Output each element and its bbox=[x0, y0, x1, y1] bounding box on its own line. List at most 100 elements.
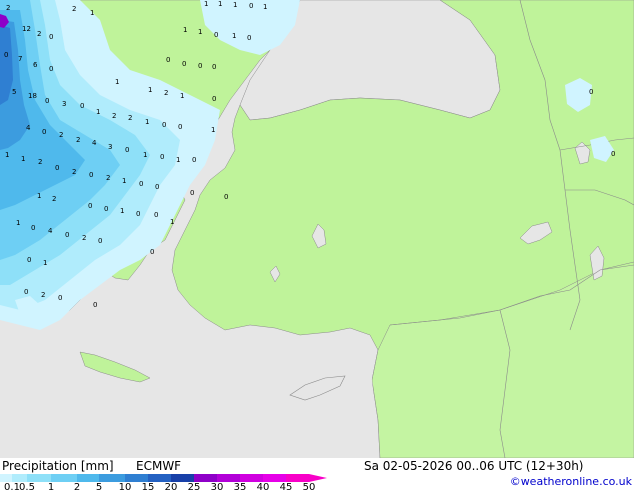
precip-value-label: 0 bbox=[166, 56, 170, 64]
precip-value-label: 0 bbox=[49, 65, 53, 73]
legend-color-segment bbox=[125, 474, 148, 482]
legend-tick-label: 10 bbox=[118, 482, 132, 493]
precip-value-label: 1 bbox=[43, 259, 47, 267]
precip-value-label: 0 bbox=[93, 301, 97, 309]
legend-color-segment bbox=[148, 474, 171, 482]
legend-color-segment bbox=[77, 474, 99, 482]
precip-value-label: 0 bbox=[212, 63, 216, 71]
precip-value-label: 0 bbox=[45, 97, 49, 105]
legend-tick-label: 0.1 bbox=[4, 482, 20, 493]
precip-value-label: 0 bbox=[198, 62, 202, 70]
precip-value-label: 1 bbox=[5, 151, 9, 159]
precip-value-label: 4 bbox=[26, 124, 31, 132]
precip-value-label: 4 bbox=[92, 139, 97, 147]
legend-color-segment bbox=[12, 474, 27, 482]
precip-value-label: 0 bbox=[98, 237, 102, 245]
precip-value-label: 1 bbox=[16, 219, 20, 227]
precip-value-label: 2 bbox=[37, 30, 41, 38]
precip-value-label: 2 bbox=[41, 291, 45, 299]
precip-value-label: 0 bbox=[247, 34, 251, 42]
legend-tick-label: 50 bbox=[302, 482, 316, 493]
precip-value-label: 2 bbox=[6, 4, 10, 12]
precip-value-label: 0 bbox=[65, 231, 69, 239]
precip-value-label: 0 bbox=[212, 95, 216, 103]
precip-value-label: 1 bbox=[148, 86, 152, 94]
precip-value-label: 1 bbox=[21, 155, 25, 163]
legend-tick-label: 45 bbox=[279, 482, 293, 493]
precip-value-label: 1 bbox=[211, 126, 215, 134]
precipitation-map: 2 2 1 1 1 1 0 1 12 2 0 1 1 0 1 0 0 7 6 0 0 0 0 0 1 5 18 0 3 0 1 2 1 0 1 2 2 1… bbox=[0, 0, 634, 459]
precip-value-label: 0 bbox=[611, 150, 615, 158]
precip-value-label: 0 bbox=[58, 294, 62, 302]
precip-value-label: 18 bbox=[28, 92, 37, 100]
precip-value-label: 0 bbox=[80, 102, 84, 110]
precip-value-label: 2 bbox=[106, 174, 110, 182]
valid-time: Sa 02-05-2026 00..06 UTC (12+30h) bbox=[364, 459, 584, 473]
legend-color-segment bbox=[194, 474, 217, 482]
precip-value-label: 2 bbox=[38, 158, 42, 166]
credit-link[interactable]: ©weatheronline.co.uk bbox=[510, 475, 632, 488]
precip-value-label: 1 bbox=[204, 0, 208, 8]
precip-value-label: 4 bbox=[48, 227, 53, 235]
precip-value-label: 0 bbox=[139, 180, 143, 188]
legend-color-segment bbox=[99, 474, 125, 482]
precip-value-label: 1 bbox=[120, 207, 124, 215]
legend-tick-label: 5 bbox=[95, 482, 103, 493]
precip-value-label: 1 bbox=[170, 218, 174, 226]
precip-value-label: 3 bbox=[62, 100, 66, 108]
legend-arrow bbox=[309, 474, 327, 482]
precip-value-label: 2 bbox=[82, 234, 86, 242]
precip-value-label: 0 bbox=[249, 2, 253, 10]
legend-color-segment bbox=[27, 474, 51, 482]
precip-value-label: 2 bbox=[72, 168, 76, 176]
precip-value-label: 0 bbox=[155, 183, 159, 191]
precip-value-label: 2 bbox=[52, 195, 56, 203]
precip-value-label: 1 bbox=[145, 118, 149, 126]
precip-value-label: 1 bbox=[96, 108, 100, 116]
precip-value-label: 2 bbox=[76, 136, 80, 144]
legend-color-segment bbox=[51, 474, 77, 482]
legend-tick-label: 35 bbox=[233, 482, 247, 493]
precip-value-label: 1 bbox=[198, 28, 202, 36]
map-title: Precipitation [mm] bbox=[2, 459, 114, 473]
precip-value-label: 3 bbox=[108, 143, 112, 151]
precip-value-label: 0 bbox=[27, 256, 31, 264]
precip-value-label: 1 bbox=[176, 156, 180, 164]
precip-value-label: 2 bbox=[128, 114, 132, 122]
precip-value-label: 0 bbox=[192, 156, 196, 164]
legend-tick-label: 1 bbox=[47, 482, 55, 493]
precip-value-label: 0 bbox=[4, 51, 8, 59]
precip-value-label: 0 bbox=[589, 88, 593, 96]
precip-value-label: 0 bbox=[104, 205, 108, 213]
precip-value-label: 2 bbox=[72, 5, 76, 13]
precip-value-label: 2 bbox=[59, 131, 63, 139]
precip-value-label: 12 bbox=[22, 25, 31, 33]
precip-value-label: 1 bbox=[183, 26, 187, 34]
legend-tick-label: 30 bbox=[210, 482, 224, 493]
legend-tick-label: 25 bbox=[187, 482, 201, 493]
precip-value-label: 0 bbox=[182, 60, 186, 68]
precip-value-label: 2 bbox=[112, 112, 116, 120]
precip-value-label: 0 bbox=[88, 202, 92, 210]
legend-color-segment bbox=[217, 474, 240, 482]
legend-color-segment bbox=[286, 474, 309, 482]
legend-tick-label: 2 bbox=[73, 482, 81, 493]
precip-value-label: 0 bbox=[214, 31, 218, 39]
legend-tick-label: 40 bbox=[256, 482, 270, 493]
precip-value-label: 0 bbox=[160, 153, 164, 161]
legend-color-segment bbox=[0, 474, 12, 482]
precip-value-label: 0 bbox=[178, 123, 182, 131]
precip-value-label: 1 bbox=[263, 3, 267, 11]
precip-value-label: 0 bbox=[154, 211, 158, 219]
precip-value-label: 1 bbox=[115, 78, 119, 86]
precip-value-label: 0 bbox=[31, 224, 35, 232]
model-name: ECMWF bbox=[136, 459, 182, 473]
precip-value-label: 7 bbox=[18, 55, 22, 63]
precip-value-label: 0 bbox=[42, 128, 46, 136]
precip-value-label: 0 bbox=[49, 33, 53, 41]
precip-value-label: 5 bbox=[12, 88, 16, 96]
precip-value-label: 1 bbox=[180, 92, 184, 100]
precip-value-label: 0 bbox=[55, 164, 59, 172]
precip-value-label: 0 bbox=[125, 146, 129, 154]
legend-tick-label: 20 bbox=[164, 482, 178, 493]
